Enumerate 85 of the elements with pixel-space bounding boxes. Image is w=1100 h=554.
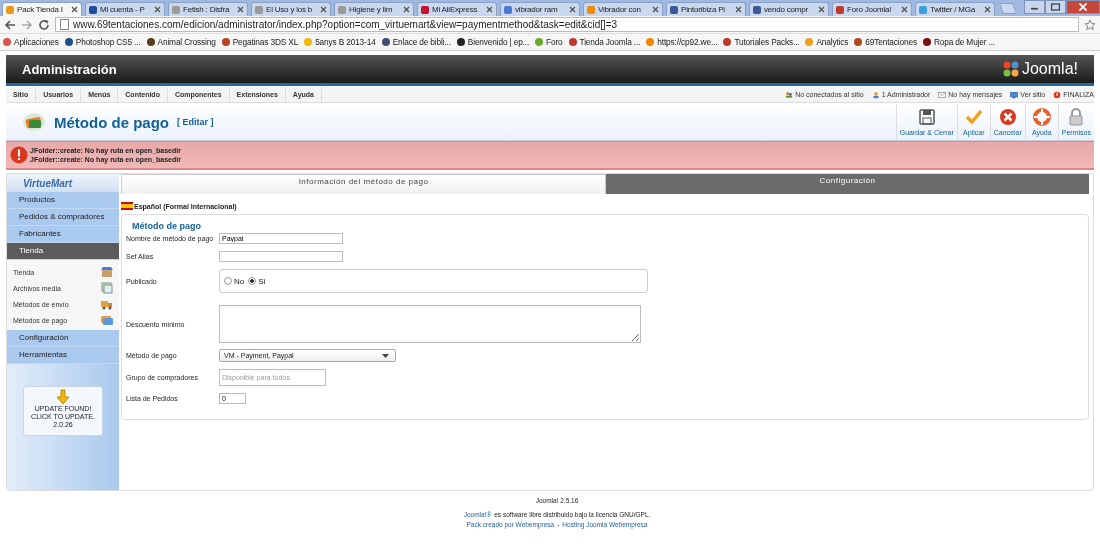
bookmark[interactable]: Tutoriales Packs... (723, 37, 800, 47)
lifebuoy-icon (1032, 108, 1051, 126)
close-icon[interactable] (1066, 0, 1100, 14)
bookmark[interactable]: https://cp92.we... (646, 37, 718, 47)
close-icon[interactable] (71, 6, 78, 13)
bookmark[interactable]: Bienvenido | ep... (456, 37, 530, 47)
caret-icon (382, 353, 389, 358)
radio-button[interactable] (224, 277, 232, 285)
radio-button[interactable] (248, 277, 257, 285)
logo-text: Joomla! (1021, 60, 1078, 78)
browser-tab[interactable]: vibrador ram (500, 2, 580, 16)
message-icon (938, 90, 947, 99)
bookmark[interactable]: Pegatinas 3DS XL (221, 37, 299, 47)
close-icon[interactable] (818, 6, 825, 13)
bookmark[interactable]: Aplicaciones (3, 37, 59, 47)
browser-tab[interactable]: Pintoribiza Pi (666, 2, 746, 16)
browser-tab[interactable]: El Uso y los b (251, 2, 331, 16)
sidebar-item[interactable]: Pedidos & compradores (7, 209, 119, 226)
section-title: Método de pago (130, 221, 203, 231)
sidebar-item[interactable]: Fabricantes (7, 226, 119, 243)
address-field[interactable]: www.69tentaciones.com/edicion/administrator/index.php?option=com_virtuemart&view=paymentmethod&task=edit&cid[]=3 (55, 17, 1079, 32)
truck-icon (101, 298, 113, 310)
flag-icon (121, 202, 133, 210)
warning-icon (10, 146, 28, 164)
minimize-icon[interactable] (1024, 0, 1045, 14)
lock-icon (1067, 108, 1086, 126)
browser-tab[interactable]: Foro Joomla! (832, 2, 912, 16)
page-title: Método de pago (54, 113, 169, 131)
browser-tab[interactable]: Mi cuenta - P (85, 2, 165, 16)
browser-tab[interactable]: Mi AliExpress (417, 2, 497, 16)
user-icon (871, 90, 880, 99)
reload-icon[interactable] (38, 18, 50, 31)
bookmark[interactable]: Foro (535, 37, 563, 47)
maximize-icon[interactable] (1045, 0, 1066, 14)
radio-label: No (234, 276, 245, 286)
bookmark[interactable]: Tienda Joomla ... (568, 37, 641, 47)
shop-icon (101, 266, 113, 278)
sidebar-item[interactable]: Herramientas (7, 347, 119, 364)
bookmark[interactable]: 5anys B 2013-14 (304, 37, 376, 47)
tab[interactable]: Configuración (606, 174, 1089, 194)
close-icon[interactable] (403, 6, 410, 13)
users-icon (785, 90, 794, 99)
sidebar-item[interactable]: Configuración (7, 330, 119, 347)
browser-tab[interactable]: Vibrador con (583, 2, 663, 16)
browser-tab[interactable]: vendo compr (749, 2, 829, 16)
close-icon[interactable] (569, 6, 576, 13)
save-icon (917, 108, 936, 126)
card-icon (101, 314, 113, 326)
tab[interactable]: Información del método de pago (121, 174, 606, 194)
close-icon[interactable] (984, 6, 991, 13)
back-icon[interactable] (4, 18, 16, 31)
close-icon[interactable] (154, 6, 161, 13)
bookmark[interactable]: 69Tentaciones (854, 37, 917, 47)
sidebar-item[interactable]: Tienda (7, 243, 119, 260)
download-arrow-icon (55, 389, 71, 405)
close-icon[interactable] (735, 6, 742, 13)
bookmark[interactable]: Analytics (805, 37, 849, 47)
bookmark[interactable]: Photoshop CS5 ... (64, 37, 141, 47)
bookmark[interactable]: Animal Crossing (146, 37, 216, 47)
page-icon (60, 19, 69, 30)
logo-icon (1001, 60, 1020, 78)
browser-tab[interactable]: Fetish : Disfra (168, 2, 248, 16)
card-icon (22, 112, 46, 132)
logo-text: VirtueMart (23, 177, 73, 189)
bookmark[interactable]: Ropa de Mujer ... (922, 37, 995, 47)
close-icon[interactable] (901, 6, 908, 13)
cancel-icon (998, 108, 1017, 126)
images-icon (101, 282, 113, 294)
close-icon[interactable] (652, 6, 659, 13)
bookmark[interactable]: Enlace de bibli... (381, 37, 451, 47)
star-icon[interactable] (1084, 18, 1096, 31)
browser-tab[interactable]: Twitter / MGa (915, 2, 995, 16)
page-subtitle: [ Editar ] (177, 117, 214, 127)
radio-label: Si (258, 276, 266, 286)
browser-tab[interactable]: Pack Tienda I (2, 2, 82, 16)
site-title: Administración (22, 61, 117, 77)
browser-tab[interactable]: Higiene y lim (334, 2, 414, 16)
close-icon[interactable] (320, 6, 327, 13)
input-field[interactable] (219, 251, 343, 262)
checkmark-icon (964, 108, 983, 126)
close-icon[interactable] (486, 6, 493, 13)
sidebar-item[interactable]: Productos (7, 192, 119, 209)
close-icon[interactable] (237, 6, 244, 13)
monitor-icon (1010, 90, 1019, 99)
power-icon (1053, 90, 1062, 99)
